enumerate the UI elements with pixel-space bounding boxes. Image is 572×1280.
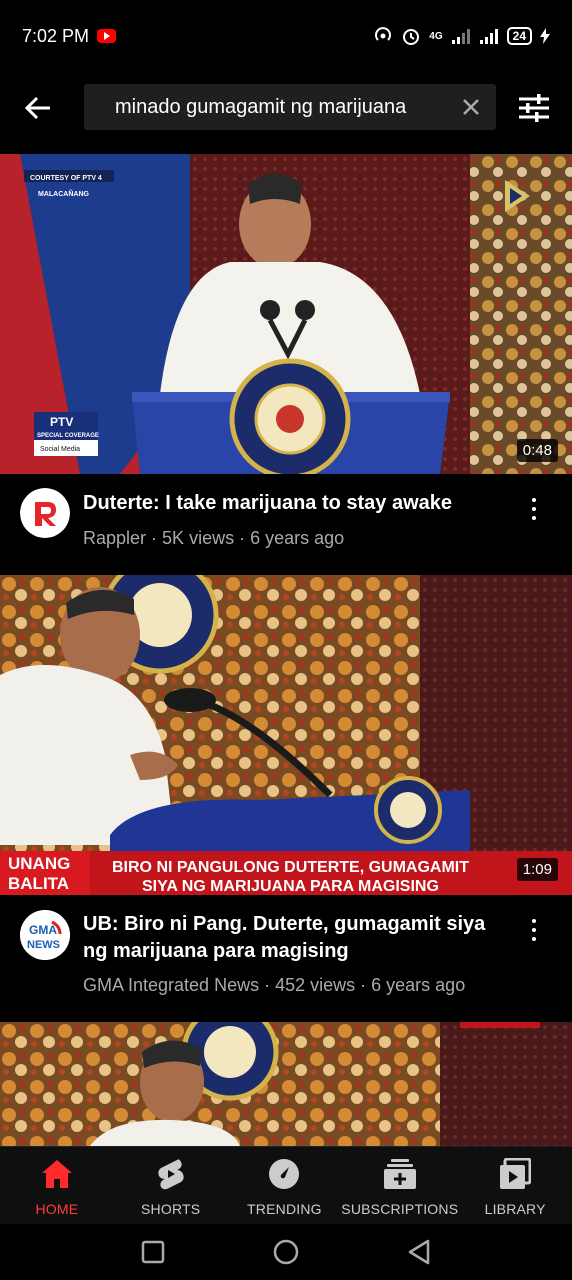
location-caption: MALACAÑANG [38,189,89,198]
back-system-button[interactable] [405,1238,433,1266]
signal-icon-1 [451,29,470,44]
hotspot-icon [375,27,392,41]
back-button[interactable] [18,88,58,128]
recents-button[interactable] [139,1238,167,1266]
nav-shorts[interactable]: SHORTS [114,1147,228,1224]
lower-third-line-1: BIRO NI PANGULONG DUTERTE, GUMAGAMIT [112,859,469,876]
bottom-navigation: HOME SHORTS TRENDING SUBSCRIPTIONS LIBRA… [0,1146,572,1224]
home-system-button[interactable] [272,1238,300,1266]
gma-avatar-text-2: NEWS [27,939,60,951]
upload-age: 6 years ago [250,528,345,548]
thumbnail-image-2: UNANG BALITA BIRO NI PANGULONG DUTERTE, … [0,575,572,895]
channel-avatar-gma[interactable]: GMA NEWS [20,910,70,960]
subscriptions-icon [383,1157,417,1191]
view-count: 452 views [275,975,356,995]
nav-library[interactable]: LIBRARY [458,1147,572,1224]
gma-news-logo-icon: GMA NEWS [20,910,70,960]
nav-trending[interactable]: TRENDING [228,1147,342,1224]
nav-label-shorts: SHORTS [141,1201,201,1217]
arrow-left-icon [24,96,50,120]
rappler-logo-icon [20,488,70,538]
nav-label-library: LIBRARY [484,1201,546,1217]
alarm-icon [403,29,420,45]
trending-icon [267,1157,301,1191]
charging-icon [540,28,550,44]
filter-sliders-icon [519,94,549,122]
close-icon [463,99,479,115]
square-icon [141,1240,165,1264]
search-input[interactable]: minado gumagamit ng marijuana [84,84,496,130]
signal-icon-2 [479,29,498,44]
status-bar: 7:02 PM 4G 24 [0,0,572,72]
ptv-special-coverage: SPECIAL COVERAGE [37,433,99,439]
search-header: minado gumagamit ng marijuana [0,82,572,134]
status-icons: 4G 24 [373,26,550,46]
more-options-button-2[interactable] [522,910,546,950]
search-query: minado gumagamit ng marijuana [115,95,407,118]
video-duration: 0:48 [516,439,558,462]
triangle-back-icon [408,1239,430,1265]
video-meta-1: Rappler · 5K views · 6 years ago [83,528,345,548]
battery-level: 24 [506,27,532,45]
nav-label-home: HOME [35,1201,79,1217]
video-thumbnail-2[interactable]: UNANG BALITA BIRO NI PANGULONG DUTERTE, … [0,575,572,895]
ptv-social-media: Social Media [40,446,80,453]
thumbnail-image-3 [0,1022,572,1146]
more-options-button-1[interactable] [522,489,546,529]
home-icon [40,1157,74,1191]
channel-avatar-rappler[interactable] [20,488,70,538]
nav-subscriptions[interactable]: SUBSCRIPTIONS [341,1147,458,1224]
video-title-1[interactable]: Duterte: I take marijuana to stay awake [83,490,508,517]
lower-third-line-2: SIYA NG MARIJUANA PARA MAGISING [142,878,439,895]
unang-balita-tag-2: BALITA [8,874,69,893]
shorts-icon [154,1157,188,1191]
system-navigation [0,1224,572,1280]
network-type: 4G [429,30,443,42]
ptv-logo-text: PTV [50,415,73,429]
video-thumbnail-1[interactable]: COURTESY OF PTV 4 MALACAÑANG PTV SPECIAL… [0,154,572,474]
thumbnail-image-1: COURTESY OF PTV 4 MALACAÑANG PTV SPECIAL… [0,154,572,474]
nav-home[interactable]: HOME [0,1147,114,1224]
channel-name[interactable]: Rappler [83,528,146,548]
gma-avatar-text-1: GMA [29,923,57,937]
unang-balita-tag-1: UNANG [8,854,70,873]
view-count: 5K views [162,528,235,548]
clear-search-button[interactable] [456,92,486,122]
video-duration: 1:09 [516,858,558,881]
video-thumbnail-3[interactable] [0,1022,572,1146]
video-title-2[interactable]: UB: Biro ni Pang. Duterte, gumagamit siy… [83,911,508,965]
courtesy-caption: COURTESY OF PTV 4 [30,175,102,182]
library-icon [498,1157,532,1191]
filter-button[interactable] [516,90,552,126]
youtube-notification-icon [97,29,117,43]
channel-name[interactable]: GMA Integrated News [83,975,259,995]
video-meta-2: GMA Integrated News · 452 views · 6 year… [83,975,466,995]
status-time: 7:02 PM [22,25,90,46]
nav-label-subscriptions: SUBSCRIPTIONS [341,1201,459,1217]
nav-label-trending: TRENDING [247,1201,322,1217]
upload-age: 6 years ago [371,975,466,995]
circle-icon [273,1239,299,1265]
